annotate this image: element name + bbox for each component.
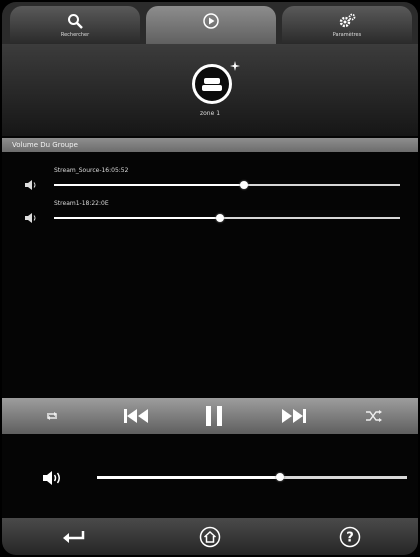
tab-now-playing[interactable]: [146, 6, 276, 44]
top-tab-bar: Rechercher Paramètres: [2, 2, 418, 44]
shuffle-icon: [366, 410, 382, 422]
gear-icon: [336, 12, 358, 30]
add-star-icon[interactable]: [230, 61, 240, 71]
search-icon: [64, 12, 86, 30]
help-button[interactable]: ?: [336, 523, 364, 551]
speaker-icon: [25, 180, 36, 190]
zone-button[interactable]: [192, 64, 232, 104]
previous-button[interactable]: [114, 398, 158, 434]
back-icon: [63, 531, 85, 543]
home-icon: [199, 526, 221, 548]
stream-volume-slider[interactable]: [54, 214, 400, 222]
section-title: Volume Du Groupe: [2, 138, 418, 152]
slider-fill: [54, 217, 221, 219]
pause-icon: [206, 406, 222, 426]
stream-name: Stream_Source-16:05:52: [54, 167, 129, 174]
zone-label: zone 1: [199, 110, 221, 117]
slider-fill: [97, 476, 280, 479]
stream-row: Stream_Source-16:05:52: [2, 166, 418, 202]
pause-button[interactable]: [192, 398, 236, 434]
master-volume-area: [2, 434, 418, 518]
next-button[interactable]: [272, 398, 316, 434]
stream-row: Stream1-18:22:0E: [2, 199, 418, 235]
play-circle-icon: [200, 12, 222, 30]
master-volume-slider[interactable]: [97, 473, 407, 481]
zone-header: zone 1: [2, 44, 418, 136]
slider-fill: [54, 184, 245, 186]
slider-handle[interactable]: [240, 181, 249, 189]
tab-settings[interactable]: Paramètres: [282, 6, 412, 44]
speaker-icon: [25, 213, 36, 223]
speaker-group-icon: [202, 78, 222, 91]
home-button[interactable]: [196, 523, 224, 551]
shuffle-button[interactable]: [354, 398, 394, 434]
repeat-button[interactable]: [32, 398, 72, 434]
repeat-icon: [47, 412, 57, 420]
slider-handle[interactable]: [216, 214, 225, 222]
app-frame: Rechercher Paramètres zone 1 Volume Du G…: [2, 2, 418, 555]
tab-settings-label: Paramètres: [332, 32, 362, 38]
speaker-icon: [43, 471, 60, 485]
transport-controls: [2, 398, 418, 434]
tab-search[interactable]: Rechercher: [10, 6, 140, 44]
help-icon: ?: [339, 526, 361, 548]
slider-handle[interactable]: [275, 473, 284, 481]
next-icon: [282, 409, 306, 423]
tab-search-label: Rechercher: [60, 32, 90, 38]
bottom-bar: ?: [2, 518, 418, 555]
back-button[interactable]: [60, 523, 88, 551]
previous-icon: [124, 409, 148, 423]
stream-name: Stream1-18:22:0E: [54, 200, 109, 207]
help-glyph: ?: [346, 531, 354, 546]
stream-volume-slider[interactable]: [54, 181, 400, 189]
